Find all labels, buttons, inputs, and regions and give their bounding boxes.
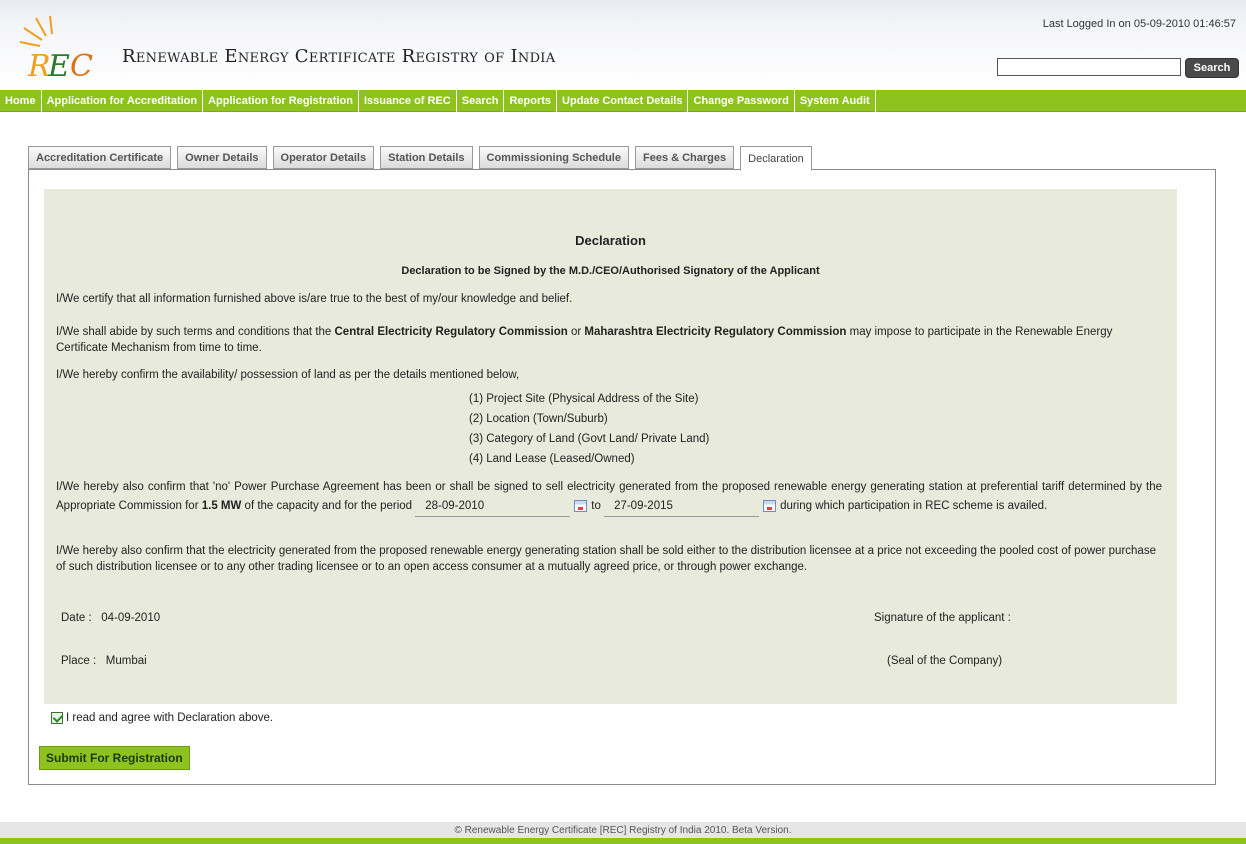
tab-declaration[interactable]: Declaration xyxy=(740,146,812,171)
calendar-icon[interactable] xyxy=(763,499,777,512)
nav-issuance-rec[interactable]: Issuance of REC xyxy=(359,89,457,112)
place-label: Place : xyxy=(61,655,97,667)
tab-operator-details[interactable]: Operator Details xyxy=(272,146,375,169)
state-commission-name: Maharashtra Electricity Regulatory Commi… xyxy=(584,326,847,338)
declaration-section: Declaration Declaration to be Signed by … xyxy=(44,189,1177,704)
capacity-value: 1.5 MW xyxy=(201,500,242,512)
svg-text:C: C xyxy=(70,49,93,84)
tab-station-details[interactable]: Station Details xyxy=(380,146,473,169)
date-value: 04-09-2010 xyxy=(101,612,161,624)
place-value: Mumbai xyxy=(105,655,147,667)
header: R E C Renewable Energy Certificate Regis… xyxy=(0,0,1246,88)
declaration-paragraph-4: I/We hereby also confirm that 'no' Power… xyxy=(56,478,1162,517)
date-label: Date : xyxy=(61,612,92,624)
nav-application-registration[interactable]: Application for Registration xyxy=(203,89,359,112)
nav-update-contact[interactable]: Update Contact Details xyxy=(557,89,689,112)
app-title: Renewable Energy Certificate Registry of… xyxy=(122,46,556,67)
land-detail-item: (4) Land Lease (Leased/Owned) xyxy=(469,453,635,465)
main-nav: Home Application for Accreditation Appli… xyxy=(0,89,1246,112)
p2-text-c: or xyxy=(567,326,585,338)
tab-bar: Accreditation Certificate Owner Details … xyxy=(28,146,818,171)
seal-label: (Seal of the Company) xyxy=(887,655,1003,667)
place-row: Place : Mumbai xyxy=(61,655,147,667)
declaration-paragraph-5: I/We hereby also confirm that the electr… xyxy=(56,545,1156,573)
nav-search[interactable]: Search xyxy=(457,89,505,112)
search-button[interactable]: Search xyxy=(1185,58,1239,78)
search-input[interactable] xyxy=(997,58,1181,76)
footer: © Renewable Energy Certificate [REC] Reg… xyxy=(0,822,1246,844)
last-login-text: Last Logged In on 05-09-2010 01:46:57 xyxy=(1042,18,1236,30)
tab-commissioning-schedule[interactable]: Commissioning Schedule xyxy=(478,146,629,169)
agree-label: I read and agree with Declaration above. xyxy=(66,712,274,724)
declaration-paragraph-3: I/We hereby confirm the availability/ po… xyxy=(56,369,520,381)
tab-accreditation-certificate[interactable]: Accreditation Certificate xyxy=(28,146,172,169)
nav-change-password[interactable]: Change Password xyxy=(688,89,795,112)
tab-fees-charges[interactable]: Fees & Charges xyxy=(634,146,735,169)
period-from-field[interactable]: 28-09-2010 xyxy=(415,497,571,517)
calendar-icon[interactable] xyxy=(574,499,588,512)
to-label: to xyxy=(591,500,601,512)
p4-text-b: of the capacity and for the period xyxy=(241,500,413,512)
declaration-paragraph-2: I/We shall abide by such terms and condi… xyxy=(56,324,1162,356)
p4-text-c: during which participation in REC scheme… xyxy=(780,500,1048,512)
p2-text-a: I/We shall abide by such terms and condi… xyxy=(56,326,335,338)
svg-text:E: E xyxy=(47,49,70,84)
nav-reports[interactable]: Reports xyxy=(504,89,558,112)
submit-registration-button[interactable]: Submit For Registration xyxy=(39,746,190,770)
nav-system-audit[interactable]: System Audit xyxy=(795,89,876,112)
period-to-field[interactable]: 27-09-2015 xyxy=(604,497,760,517)
land-detail-item: (1) Project Site (Physical Address of th… xyxy=(469,393,699,405)
agree-checkbox[interactable] xyxy=(51,712,63,724)
declaration-paragraph-1: I/We certify that all information furnis… xyxy=(56,293,573,305)
declaration-title: Declaration xyxy=(575,233,646,248)
tab-owner-details[interactable]: Owner Details xyxy=(177,146,267,169)
date-row: Date : 04-09-2010 xyxy=(61,612,160,624)
land-detail-item: (3) Category of Land (Govt Land/ Private… xyxy=(469,433,710,445)
nav-home[interactable]: Home xyxy=(0,89,42,112)
central-commission-name: Central Electricity Regulatory Commissio… xyxy=(334,326,568,338)
nav-application-accreditation[interactable]: Application for Accreditation xyxy=(42,89,204,112)
land-detail-item: (2) Location (Town/Suburb) xyxy=(469,413,608,425)
rec-logo: R E C xyxy=(19,15,93,84)
declaration-subtitle: Declaration to be Signed by the M.D./CEO… xyxy=(401,265,820,277)
agree-row: I read and agree with Declaration above. xyxy=(51,712,273,724)
signature-label: Signature of the applicant : xyxy=(874,612,1011,624)
